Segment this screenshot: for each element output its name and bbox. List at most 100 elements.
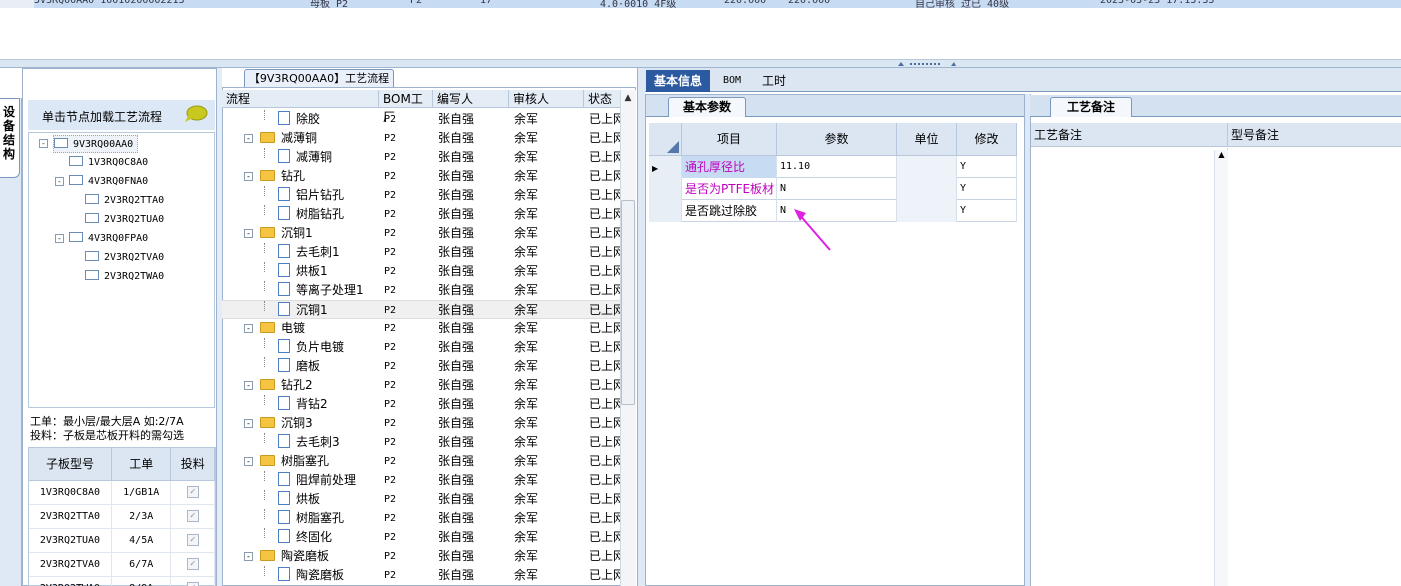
horizontal-splitter[interactable] [0,60,1401,68]
selected-order-row[interactable]: 5V3RQ00AA0 10010200002213 母板 P2 P2 17 4.0·00… [0,0,1401,8]
process-scroll-thumb[interactable] [621,200,635,405]
row-selector[interactable] [0,0,34,8]
tree-expander-icon[interactable]: - [244,457,253,466]
tree-expander-icon[interactable]: - [244,324,253,333]
feed-checkbox[interactable]: ✓ [186,558,199,570]
structure-tree-node[interactable]: 4V3RQ0FNA0 [69,173,148,191]
structure-tree-node[interactable]: 9V3RQ00AA0 [53,135,139,153]
sub-grid-header[interactable]: 子板型号 [29,448,112,481]
tree-expander-icon[interactable]: - [244,134,253,143]
table-row[interactable]: ▶ 通孔厚径比 11.10 Y [649,156,1017,178]
splitter-grip-icon[interactable] [896,62,956,66]
table-row[interactable]: - 钻孔 P2 张自强 余军 已上网 [222,167,620,186]
structure-tree-node[interactable]: 2V3RQ2TWA0 [85,268,164,286]
col-flow[interactable]: 流程 [222,90,379,108]
tab-process-remark[interactable]: 工艺备注 [1050,97,1132,117]
table-row[interactable]: - 树脂塞孔 P2 张自强 余军 已上网 [222,452,620,471]
sub-grid-header[interactable]: 投料 [170,448,215,481]
table-row[interactable]: 去毛刺3 P2 张自强 余军 已上网 [222,433,620,452]
param-col-header[interactable]: 项目 [682,123,777,156]
table-row[interactable]: 减薄铜 P2 张自强 余军 已上网 [222,148,620,167]
table-row[interactable]: - 沉铜1 P2 张自强 余军 已上网 [222,224,620,243]
param-modify-cell[interactable]: Y [957,156,1017,178]
feed-checkbox[interactable]: ✓ [186,534,199,546]
tab-process-flow[interactable]: 【9V3RQ00AA0】工艺流程 [244,69,394,87]
table-row[interactable]: 磨板 P2 张自强 余军 已上网 [222,357,620,376]
param-unit-cell[interactable] [897,156,957,178]
table-row[interactable]: 终固化 P2 张自强 余军 已上网 [222,528,620,547]
table-row[interactable]: 铝片钻孔 P2 张自强 余军 已上网 [222,186,620,205]
tree-expander-icon[interactable]: - [244,229,253,238]
row-indicator[interactable]: ▶ [649,156,682,178]
table-row[interactable]: 陶瓷磨板 P2 张自强 余军 已上网 [222,566,620,585]
structure-tree-node[interactable]: 2V3RQ2TVA0 [85,249,164,267]
process-remark-text[interactable] [1031,148,1228,586]
row-indicator[interactable] [649,178,682,200]
tab-device-structure[interactable]: 设备结构 [0,98,20,178]
tree-expander-icon[interactable]: - [39,139,48,148]
tab-work-hours[interactable]: 工时 [756,70,792,92]
tree-expander-icon[interactable]: - [244,172,253,181]
col-model-remark[interactable]: 型号备注 [1228,123,1401,147]
structure-tree-node[interactable]: 2V3RQ2TUA0 [85,211,164,229]
structure-tree-node[interactable]: 1V3RQ0C8A0 [69,154,148,172]
table-row[interactable]: 2V3RQ2TWA08/9A ✓ [29,576,215,586]
tab-bom[interactable]: BOM [716,70,748,92]
table-row[interactable]: - 电镀 P2 张自强 余军 已上网 [222,319,620,338]
table-row[interactable]: 2V3RQ2TTA0 2/3A ✓ [29,504,215,529]
tree-expander-icon[interactable]: - [244,419,253,428]
tree-expander-icon[interactable]: - [55,234,64,243]
tab-basic-params[interactable]: 基本参数 [668,97,746,117]
structure-tree-node[interactable]: 4V3RQ0FPA0 [69,230,148,248]
col-writer[interactable]: 编写人 [433,90,509,108]
grid-corner[interactable] [649,123,682,156]
param-col-header[interactable]: 参数 [777,123,897,156]
param-unit-cell[interactable] [897,200,957,222]
table-row[interactable]: 是否为PTFE板材 N Y [649,178,1017,200]
table-row[interactable]: 除胶 P2 张自强 余军 已上网 [222,110,620,129]
structure-tree-node[interactable]: 2V3RQ2TTA0 [85,192,164,210]
table-row[interactable]: - 减薄铜 P2 张自强 余军 已上网 [222,129,620,148]
table-row[interactable]: 2V3RQ2TVA0 6/7A ✓ [29,552,215,577]
table-row[interactable]: 烘板 P2 张自强 余军 已上网 [222,490,620,509]
table-row[interactable]: 1V3RQ0C8A0 1/GB1A ✓ [29,480,215,505]
table-row[interactable]: 树脂塞孔 P2 张自强 余军 已上网 [222,509,620,528]
model-remark-text[interactable] [1228,148,1401,586]
col-bom-factory[interactable]: BOM工厂 [379,90,433,124]
table-row[interactable]: 阻焊前处理 P2 张自强 余军 已上网 [222,471,620,490]
middle-splitter[interactable] [637,68,645,586]
param-col-header[interactable]: 修改 [957,123,1017,156]
col-status[interactable]: 状态 [584,90,620,108]
table-row[interactable]: 背钻2 P2 张自强 余军 已上网 [222,395,620,414]
param-unit-cell[interactable] [897,178,957,200]
param-col-header[interactable]: 单位 [897,123,957,156]
table-row[interactable]: 沉铜1 P2 张自强 余军 已上网 [222,300,620,319]
table-row[interactable]: 去毛刺1 P2 张自强 余军 已上网 [222,243,620,262]
param-value-cell[interactable]: N [777,178,897,200]
param-modify-cell[interactable]: Y [957,178,1017,200]
param-modify-cell[interactable]: Y [957,200,1017,222]
col-process-remark[interactable]: 工艺备注 [1031,123,1228,147]
param-value-cell[interactable]: 11.10 [777,156,897,178]
feed-checkbox[interactable]: ✓ [186,486,199,498]
speech-bubble-icon[interactable] [184,105,208,123]
table-row[interactable]: 2V3RQ2TUA0 4/5A ✓ [29,528,215,553]
tab-basic-info[interactable]: 基本信息 [646,70,710,92]
remark-scrollbar[interactable]: ▲ [1214,150,1228,586]
col-reviewer[interactable]: 审核人 [509,90,584,108]
table-row[interactable]: 等离子处理1 P2 张自强 余军 已上网 [222,281,620,300]
table-row[interactable]: 负片电镀 P2 张自强 余军 已上网 [222,338,620,357]
feed-checkbox[interactable]: ✓ [186,582,199,586]
tree-expander-icon[interactable]: - [244,552,253,561]
sub-grid-header[interactable]: 工单 [111,448,172,481]
feed-checkbox[interactable]: ✓ [186,510,199,522]
table-row[interactable]: - 陶瓷磨板 P2 张自强 余军 已上网 [222,547,620,566]
table-row[interactable]: - 沉铜3 P2 张自强 余军 已上网 [222,414,620,433]
table-row[interactable]: 树脂钻孔 P2 张自强 余军 已上网 [222,205,620,224]
table-row[interactable]: - 钻孔2 P2 张自强 余军 已上网 [222,376,620,395]
tree-expander-icon[interactable]: - [244,381,253,390]
table-row[interactable]: 烘板1 P2 张自强 余军 已上网 [222,262,620,281]
scroll-up-icon[interactable]: ▲ [622,93,634,105]
row-indicator[interactable] [649,200,682,222]
tree-expander-icon[interactable]: - [55,177,64,186]
